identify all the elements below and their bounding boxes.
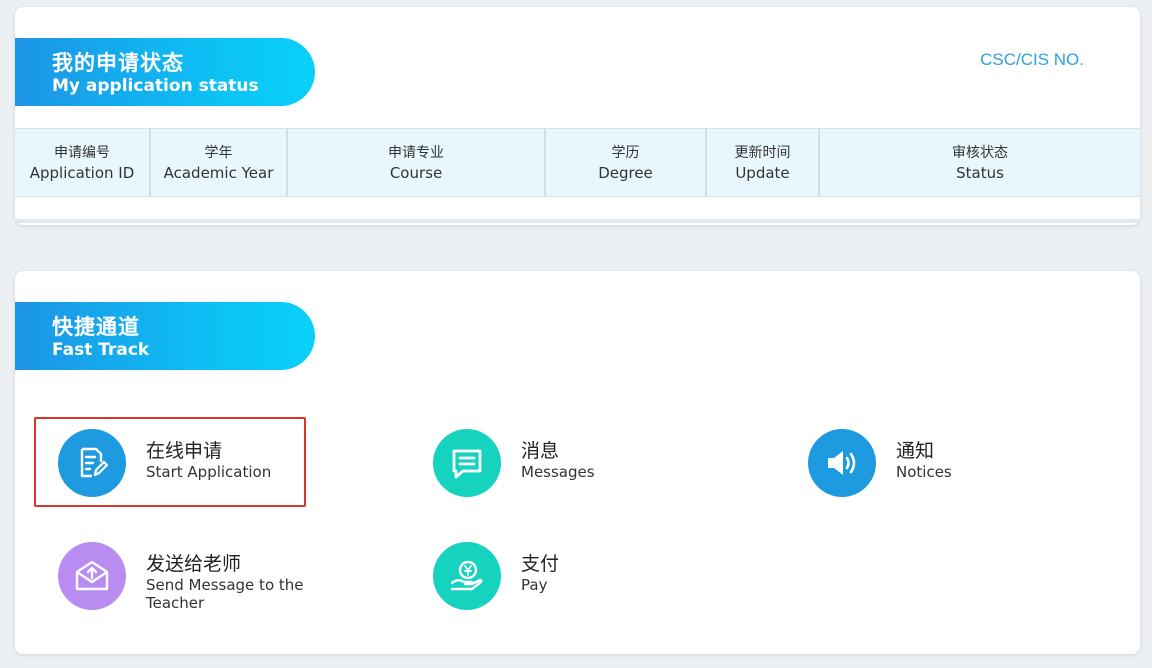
column-label-zh: 审核状态 [952, 144, 1008, 161]
column-degree: 学历 Degree [546, 129, 707, 196]
messages-link[interactable]: 消息 Messages [433, 429, 691, 497]
column-label-zh: 申请编号 [54, 144, 110, 161]
notices-link[interactable]: 通知 Notices [808, 429, 1066, 497]
column-label-en: Degree [598, 163, 653, 182]
messages-label-zh: 消息 [521, 440, 560, 462]
selection-highlight-box [34, 417, 306, 507]
send-message-label-zh: 发送给老师 [146, 553, 242, 575]
notices-label-zh: 通知 [896, 440, 935, 462]
column-label-en: Academic Year [163, 163, 274, 182]
column-course: 申请专业 Course [288, 129, 546, 196]
pay-link[interactable]: 支付 Pay [433, 542, 691, 610]
column-label-en: Update [735, 163, 790, 182]
column-label-en: Status [956, 163, 1004, 182]
messages-label-en: Messages [521, 463, 595, 481]
status-table-header: 申请编号 Application ID 学年 Academic Year 申请专… [15, 128, 1140, 197]
status-title-en: My application status [52, 76, 259, 96]
csc-cis-number-label: CSC/CIS NO. [980, 50, 1084, 69]
fast-track-title-zh: 快捷通道 [52, 315, 140, 339]
column-label-zh: 学历 [611, 144, 640, 161]
send-message-to-teacher-link[interactable]: 发送给老师 Send Message to the Teacher [58, 542, 316, 612]
message-icon [433, 429, 501, 497]
column-label-zh: 申请专业 [388, 144, 444, 161]
notices-label-en: Notices [896, 463, 952, 481]
column-label-en: Application ID [29, 163, 135, 182]
column-academic-year: 学年 Academic Year [151, 129, 288, 196]
speaker-icon [808, 429, 876, 497]
status-title-zh: 我的申请状态 [52, 51, 184, 75]
application-status-card: 我的申请状态 My application status CSC/CIS NO.… [15, 7, 1140, 225]
table-bottom-border [15, 219, 1140, 223]
status-title-pill: 我的申请状态 My application status [15, 38, 315, 106]
fast-track-title-pill: 快捷通道 Fast Track [15, 302, 315, 370]
pay-label-en: Pay [521, 576, 548, 594]
payment-icon [433, 542, 501, 610]
fast-track-title-en: Fast Track [52, 340, 150, 360]
column-application-id: 申请编号 Application ID [15, 129, 151, 196]
column-label-en: Course [389, 163, 443, 182]
column-update: 更新时间 Update [707, 129, 820, 196]
column-label-zh: 更新时间 [734, 144, 791, 161]
send-message-label-en: Send Message to the Teacher [146, 576, 304, 612]
envelope-icon [58, 542, 126, 610]
column-status: 审核状态 Status [820, 129, 1140, 196]
column-label-zh: 学年 [204, 144, 233, 161]
pay-label-zh: 支付 [521, 553, 560, 575]
